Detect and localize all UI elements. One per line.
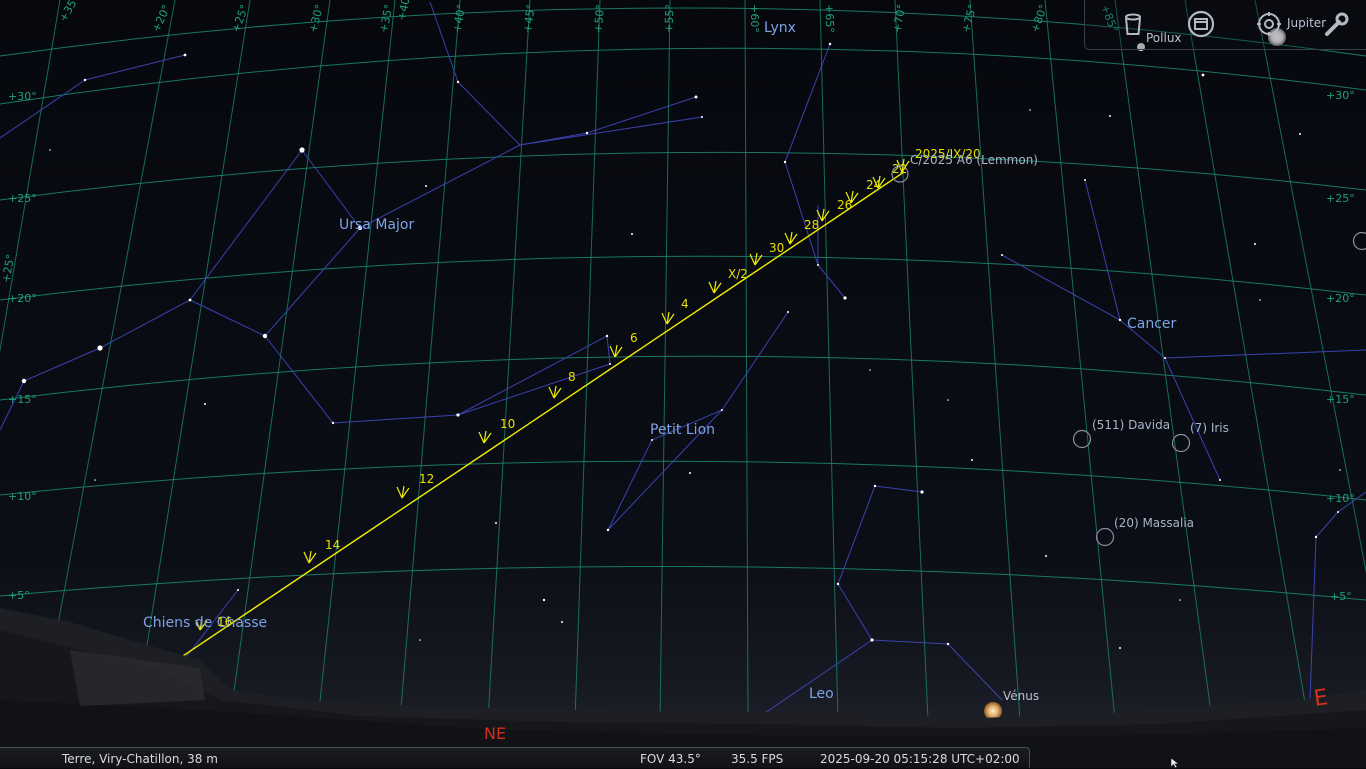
grid-label-top-11: +65° xyxy=(822,4,836,33)
comet-tick-label-8: 8 xyxy=(568,370,576,384)
grid-label-right-0: +30° xyxy=(1326,89,1355,102)
grid-label-top-8: +50° xyxy=(592,4,607,34)
trash-icon xyxy=(1117,8,1149,40)
constellation-canes-venatici[interactable]: Chiens de Chasse xyxy=(143,615,267,631)
sky-view[interactable] xyxy=(0,0,1366,768)
status-fps: 35.5 FPS xyxy=(731,752,783,766)
grid-label-left-2: +20° xyxy=(8,292,37,305)
settings-button[interactable] xyxy=(1253,8,1285,40)
grid-label-top-9: +55° xyxy=(662,4,676,33)
grid-label-right-3: +15° xyxy=(1326,393,1355,406)
grid-label-right-1: +25° xyxy=(1326,192,1355,205)
grid-label-left-5: +5° xyxy=(8,589,30,602)
grid-label-left-3: +15° xyxy=(8,393,37,406)
jupiter-label[interactable]: Jupiter xyxy=(1287,16,1326,30)
grid-label-top-10: +60° xyxy=(748,4,761,33)
comet-name[interactable]: C/2025 A6 (Lemmon) xyxy=(910,153,1038,167)
grid-label-right-5: +5° xyxy=(1330,590,1352,603)
asteroid-iris-label[interactable]: (7) Iris xyxy=(1190,421,1229,435)
comet-tick-label-24: 24 xyxy=(866,178,881,192)
comet-tick-label-16: 16 xyxy=(217,615,232,629)
grid-label-left-4: +10° xyxy=(8,490,37,503)
constellation-leo[interactable]: Leo xyxy=(809,686,834,702)
comet-tick-label-22: 22 xyxy=(892,162,907,176)
comet-tick-label-x2: X/2 xyxy=(728,267,748,281)
constellation-ursa-major[interactable]: Ursa Major xyxy=(339,217,414,233)
comet-tick-label-6: 6 xyxy=(630,331,638,345)
grid-label-right-4: +10° xyxy=(1326,492,1355,505)
venus-disk[interactable] xyxy=(984,702,1002,720)
window-button[interactable] xyxy=(1185,8,1217,40)
status-bar: Terre, Viry-Chatillon, 38 m FOV 43.5° 35… xyxy=(0,747,1030,768)
comet-tick-label-30: 30 xyxy=(769,241,784,255)
status-fov[interactable]: FOV 43.5° xyxy=(640,752,701,766)
asteroid-massalia-label[interactable]: (20) Massalia xyxy=(1114,516,1194,530)
trash-button[interactable] xyxy=(1117,8,1149,40)
mouse-cursor-icon xyxy=(1170,757,1180,769)
settings-icon xyxy=(1253,8,1285,40)
cardinal-ne: NE xyxy=(484,724,506,743)
constellation-cancer[interactable]: Cancer xyxy=(1127,316,1176,332)
status-datetime[interactable]: 2025-09-20 05:15:28 UTC+02:00 xyxy=(820,752,1020,766)
constellation-leo-minor[interactable]: Petit Lion xyxy=(650,422,715,438)
comet-tick-label-26: 26 xyxy=(837,198,852,212)
constellation-lynx[interactable]: Lynx xyxy=(764,20,796,36)
grid-label-right-2: +20° xyxy=(1326,292,1355,305)
venus-label[interactable]: Vénus xyxy=(1003,689,1039,703)
window-icon xyxy=(1185,8,1217,40)
asteroid-davida-label[interactable]: (511) Davida xyxy=(1092,418,1170,432)
comet-tick-label-14: 14 xyxy=(325,538,340,552)
grid-label-left-0: +30° xyxy=(8,90,37,103)
pollux-label[interactable]: Pollux xyxy=(1146,31,1182,45)
status-location[interactable]: Terre, Viry-Chatillon, 38 m xyxy=(62,752,218,766)
comet-tick-label-28: 28 xyxy=(804,218,819,232)
comet-tick-label-12: 12 xyxy=(419,472,434,486)
comet-tick-label-10: 10 xyxy=(500,417,515,431)
sky-background xyxy=(0,0,1366,768)
comet-tick-label-4: 4 xyxy=(681,297,689,311)
grid-label-left-1: +25° xyxy=(8,192,37,205)
